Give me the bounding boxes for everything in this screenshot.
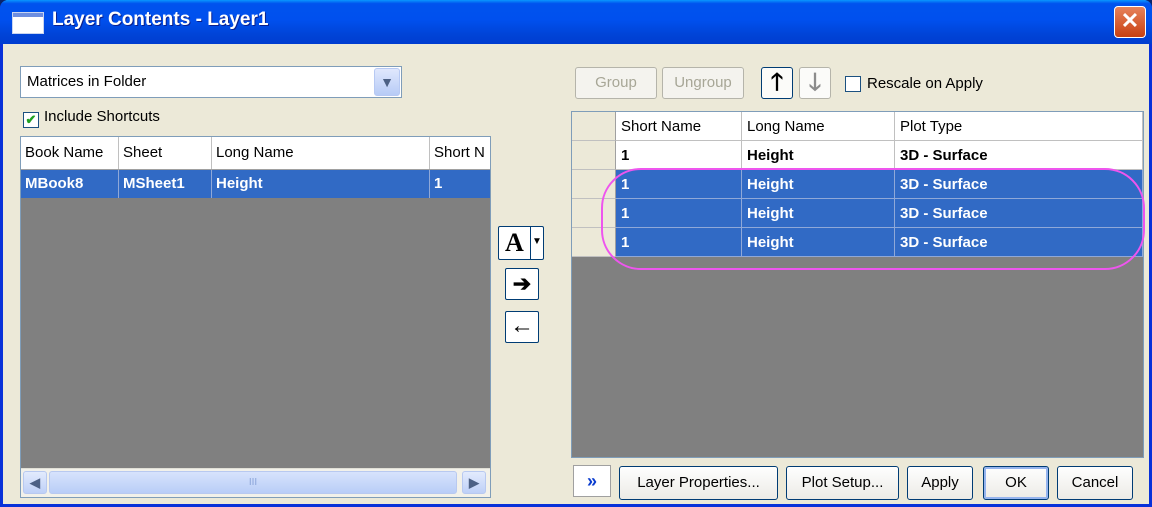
source-list-header: Book Name Sheet Long Name Short N bbox=[21, 137, 490, 170]
scroll-right-icon[interactable]: ▶ bbox=[462, 471, 486, 494]
add-to-layer-button[interactable]: ➔ bbox=[505, 268, 539, 300]
window-icon bbox=[12, 12, 44, 34]
ok-button[interactable]: OK bbox=[983, 466, 1049, 500]
chevron-down-icon[interactable]: ▼ bbox=[374, 68, 400, 96]
cell-long-name: Height bbox=[212, 170, 430, 198]
window-title: Layer Contents - Layer1 bbox=[52, 9, 269, 30]
rescale-on-apply-label: Rescale on Apply bbox=[867, 75, 983, 92]
source-select-value: Matrices in Folder bbox=[27, 73, 147, 90]
cell-short-name: 1 bbox=[616, 141, 742, 170]
cell-long-name: Height bbox=[742, 141, 895, 170]
move-up-button[interactable]: 🡑 bbox=[761, 67, 793, 99]
table-row[interactable]: 1 Height 3D - Surface bbox=[572, 199, 1143, 228]
cell-sheet: MSheet1 bbox=[119, 170, 212, 198]
table-row[interactable]: MBook8 MSheet1 Height 1 bbox=[21, 170, 490, 198]
column-header-plot-type[interactable]: Plot Type bbox=[895, 112, 1143, 141]
layer-plot-list[interactable]: Short Name Long Name Plot Type 1 Height … bbox=[571, 111, 1144, 458]
row-header[interactable] bbox=[572, 170, 616, 199]
cell-long-name: Height bbox=[742, 228, 895, 257]
layer-properties-button[interactable]: Layer Properties... bbox=[619, 466, 778, 500]
scroll-thumb[interactable]: III bbox=[49, 471, 457, 494]
column-header-short-name[interactable]: Short Name bbox=[616, 112, 742, 141]
cell-short-name: 1 bbox=[616, 199, 742, 228]
column-header-short-name[interactable]: Short N bbox=[430, 137, 490, 169]
cell-book-name: MBook8 bbox=[21, 170, 119, 198]
apply-button[interactable]: Apply bbox=[907, 466, 973, 500]
table-row[interactable]: 1 Height 3D - Surface bbox=[572, 170, 1143, 199]
column-header-long-name[interactable]: Long Name bbox=[212, 137, 430, 169]
group-button[interactable]: Group bbox=[575, 67, 657, 99]
column-header-book-name[interactable]: Book Name bbox=[21, 137, 119, 169]
table-row[interactable]: 1 Height 3D - Surface bbox=[572, 228, 1143, 257]
arrow-down-icon: 🡓 bbox=[808, 69, 822, 96]
chevron-down-icon[interactable]: ▼ bbox=[530, 227, 543, 259]
title-bar[interactable]: Layer Contents - Layer1 ✕ bbox=[0, 0, 1152, 44]
source-select[interactable]: Matrices in Folder ▼ bbox=[20, 66, 402, 98]
include-shortcuts-label: Include Shortcuts bbox=[44, 108, 160, 125]
cell-plot-type: 3D - Surface bbox=[895, 141, 1143, 170]
row-header[interactable] bbox=[572, 199, 616, 228]
table-row[interactable]: 1 Height 3D - Surface bbox=[572, 141, 1143, 170]
cancel-button[interactable]: Cancel bbox=[1057, 466, 1133, 500]
include-shortcuts-checkbox[interactable]: ✔ bbox=[23, 112, 39, 128]
arrow-right-icon: ➔ bbox=[512, 271, 532, 296]
font-icon: A bbox=[505, 228, 524, 257]
cell-long-name: Height bbox=[742, 170, 895, 199]
horizontal-scrollbar[interactable]: ◀ III ▶ bbox=[21, 468, 490, 497]
scroll-left-icon[interactable]: ◀ bbox=[23, 471, 47, 494]
layer-contents-dialog: Layer Contents - Layer1 ✕ Matrices in Fo… bbox=[0, 0, 1152, 507]
close-button[interactable]: ✕ bbox=[1114, 6, 1146, 38]
row-header-corner bbox=[572, 112, 616, 141]
cell-plot-type: 3D - Surface bbox=[895, 228, 1143, 257]
cell-short-name: 1 bbox=[430, 170, 490, 198]
ungroup-button[interactable]: Ungroup bbox=[662, 67, 744, 99]
column-header-sheet[interactable]: Sheet bbox=[119, 137, 212, 169]
cell-short-name: 1 bbox=[616, 170, 742, 199]
arrow-left-icon: ← bbox=[510, 312, 534, 339]
column-header-long-name[interactable]: Long Name bbox=[742, 112, 895, 141]
plot-setup-button[interactable]: Plot Setup... bbox=[786, 466, 899, 500]
expand-button[interactable]: » bbox=[573, 465, 611, 497]
row-header[interactable] bbox=[572, 228, 616, 257]
row-header[interactable] bbox=[572, 141, 616, 170]
rescale-on-apply-checkbox[interactable] bbox=[845, 76, 861, 92]
layer-list-header: Short Name Long Name Plot Type bbox=[572, 112, 1143, 141]
source-list[interactable]: Book Name Sheet Long Name Short N MBook8… bbox=[20, 136, 491, 498]
arrow-up-icon: 🡑 bbox=[770, 69, 784, 96]
move-down-button[interactable]: 🡓 bbox=[799, 67, 831, 99]
cell-long-name: Height bbox=[742, 199, 895, 228]
cell-plot-type: 3D - Surface bbox=[895, 199, 1143, 228]
cell-plot-type: 3D - Surface bbox=[895, 170, 1143, 199]
remove-from-layer-button[interactable]: ← bbox=[505, 311, 539, 343]
cell-short-name: 1 bbox=[616, 228, 742, 257]
font-button[interactable]: A ▼ bbox=[498, 226, 544, 260]
